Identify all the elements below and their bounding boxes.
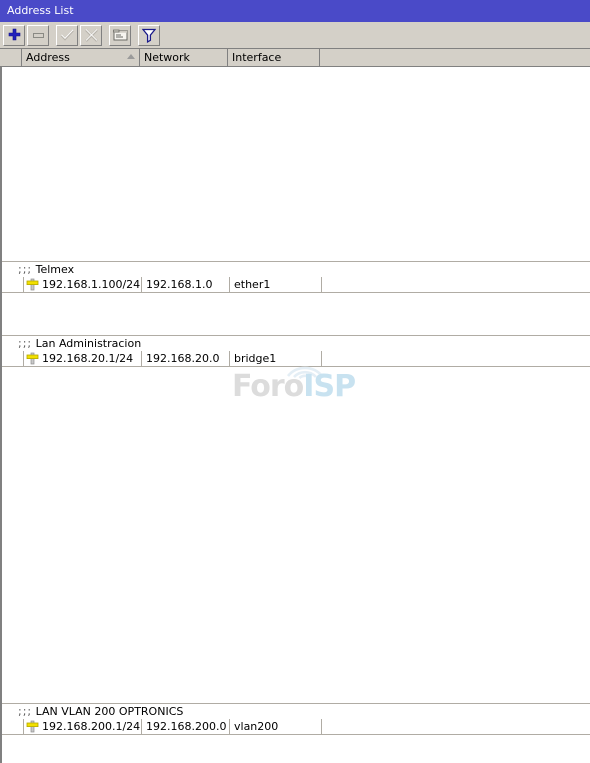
address-icon bbox=[26, 720, 39, 733]
row-filler-cell bbox=[322, 351, 590, 366]
address-list-window: Address List Address Network Interface ;… bbox=[0, 0, 590, 763]
cross-icon bbox=[84, 28, 99, 43]
filter-button[interactable] bbox=[138, 24, 160, 46]
row-address-cell[interactable]: 192.168.1.100/24 bbox=[24, 277, 142, 292]
comment-row[interactable]: ;;; Lan Administracion bbox=[2, 336, 590, 351]
row-network-text: 192.168.200.0 bbox=[146, 720, 227, 733]
row-network-cell[interactable]: 192.168.1.0 bbox=[142, 277, 230, 292]
row-network-cell[interactable]: 192.168.20.0 bbox=[142, 351, 230, 366]
table-row[interactable]: 192.168.1.100/24 192.168.1.0 ether1 bbox=[2, 277, 590, 293]
row-filler-cell bbox=[322, 277, 590, 292]
add-button[interactable] bbox=[3, 24, 25, 46]
row-interface-cell[interactable]: bridge1 bbox=[230, 351, 322, 366]
check-icon bbox=[60, 28, 75, 43]
minus-icon bbox=[31, 28, 46, 43]
enable-button[interactable] bbox=[56, 24, 78, 46]
plus-icon bbox=[7, 28, 22, 43]
column-header-interface[interactable]: Interface bbox=[228, 49, 320, 66]
funnel-icon bbox=[142, 28, 156, 43]
comment-prefix: ;;; bbox=[18, 337, 33, 350]
comment-row[interactable]: ;;; LAN VLAN 200 OPTRONICS bbox=[2, 704, 590, 719]
row-network-cell[interactable]: 192.168.200.0 bbox=[142, 719, 230, 734]
comment-text: Lan Administracion bbox=[35, 337, 142, 350]
row-address-text: 192.168.200.1/24 bbox=[42, 720, 141, 733]
table-header-row: Address Network Interface bbox=[0, 49, 590, 67]
empty-space-top bbox=[2, 67, 590, 261]
row-network-text: 192.168.1.0 bbox=[146, 278, 213, 291]
column-header-interface-label: Interface bbox=[232, 51, 282, 64]
table-row[interactable]: 192.168.200.1/24 192.168.200.0 vlan200 bbox=[2, 719, 590, 735]
row-filler-cell bbox=[322, 719, 590, 734]
empty-space-bottom bbox=[2, 735, 590, 763]
comment-row[interactable]: ;;; Telmex bbox=[2, 262, 590, 277]
column-header-address-label: Address bbox=[26, 51, 70, 64]
toolbar bbox=[0, 22, 590, 49]
window-titlebar: Address List bbox=[0, 0, 590, 22]
row-address-text: 192.168.20.1/24 bbox=[42, 352, 134, 365]
column-header-network[interactable]: Network bbox=[140, 49, 228, 66]
address-list-body[interactable]: ;;; Telmex 192.168.1.100/24 192.168.1.0 … bbox=[0, 67, 590, 763]
comment-button[interactable] bbox=[109, 24, 131, 46]
remove-button[interactable] bbox=[27, 24, 49, 46]
row-flag-cell[interactable] bbox=[2, 719, 24, 734]
window-title: Address List bbox=[7, 4, 74, 17]
empty-space-2 bbox=[2, 367, 590, 703]
address-icon bbox=[26, 278, 39, 291]
address-icon bbox=[26, 352, 39, 365]
row-interface-text: vlan200 bbox=[234, 720, 279, 733]
comment-text: Telmex bbox=[35, 263, 75, 276]
row-flag-cell[interactable] bbox=[2, 351, 24, 366]
row-address-cell[interactable]: 192.168.20.1/24 bbox=[24, 351, 142, 366]
comment-prefix: ;;; bbox=[18, 263, 33, 276]
row-interface-cell[interactable]: ether1 bbox=[230, 277, 322, 292]
empty-space-1 bbox=[2, 293, 590, 335]
row-address-text: 192.168.1.100/24 bbox=[42, 278, 141, 291]
disable-button[interactable] bbox=[80, 24, 102, 46]
column-header-network-label: Network bbox=[144, 51, 190, 64]
row-flag-cell[interactable] bbox=[2, 277, 24, 292]
comment-text: LAN VLAN 200 OPTRONICS bbox=[35, 705, 184, 718]
comment-icon bbox=[112, 28, 128, 42]
row-interface-text: bridge1 bbox=[234, 352, 277, 365]
column-header-flag[interactable] bbox=[0, 49, 22, 66]
column-header-address[interactable]: Address bbox=[22, 49, 140, 66]
comment-prefix: ;;; bbox=[18, 705, 33, 718]
row-interface-cell[interactable]: vlan200 bbox=[230, 719, 322, 734]
row-network-text: 192.168.20.0 bbox=[146, 352, 220, 365]
table-row[interactable]: 192.168.20.1/24 192.168.20.0 bridge1 bbox=[2, 351, 590, 367]
column-header-filler bbox=[320, 49, 590, 66]
sort-ascending-icon bbox=[127, 54, 135, 59]
row-interface-text: ether1 bbox=[234, 278, 271, 291]
row-address-cell[interactable]: 192.168.200.1/24 bbox=[24, 719, 142, 734]
